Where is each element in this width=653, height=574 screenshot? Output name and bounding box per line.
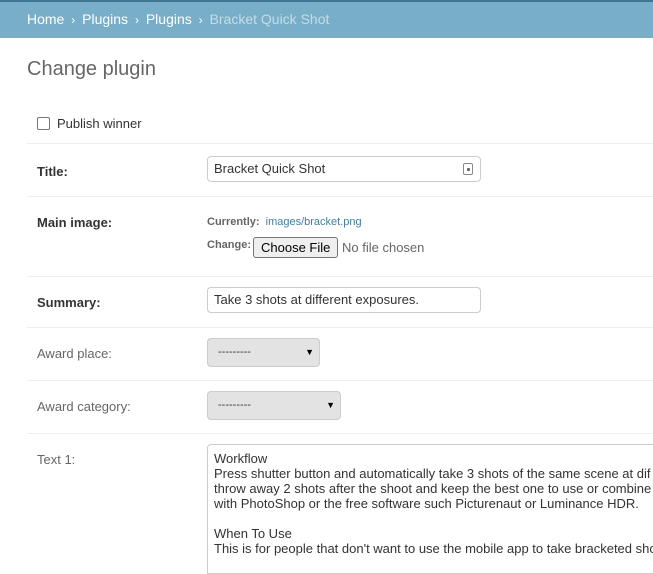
award-place-select[interactable]: --------- ▼ (207, 338, 320, 367)
summary-input[interactable]: Take 3 shots at different exposures. (207, 287, 481, 313)
award-place-value: --------- (218, 346, 251, 358)
breadcrumb-home-link[interactable]: Home (27, 11, 64, 27)
breadcrumb-separator: › (71, 13, 76, 27)
summary-input-value: Take 3 shots at different exposures. (214, 292, 419, 307)
title-input-value: Bracket Quick Shot (214, 161, 326, 176)
text1-label: Text 1: (37, 452, 76, 467)
breadcrumb-separator: › (198, 13, 203, 27)
award-category-value: --------- (218, 399, 251, 411)
breadcrumb-plugins-app-link[interactable]: Plugins (82, 11, 128, 27)
main-image-row: Main image: Currently: images/bracket.pn… (27, 196, 653, 276)
award-category-select[interactable]: --------- ▼ (207, 391, 341, 420)
award-category-label: Award category: (37, 399, 131, 414)
summary-label: Summary: (37, 295, 101, 310)
autofill-key-icon[interactable] (463, 163, 473, 175)
publish-winner-row: Publish winner (37, 114, 142, 132)
chevron-down-icon: ▼ (326, 400, 335, 410)
breadcrumb-current: Bracket Quick Shot (209, 11, 330, 27)
currently-label: Currently: (207, 216, 260, 228)
breadcrumb: Home › Plugins › Plugins › Bracket Quick… (0, 0, 653, 38)
summary-row: Summary: Take 3 shots at different expos… (27, 276, 653, 327)
current-image-link[interactable]: images/bracket.png (266, 216, 362, 228)
title-label: Title: (37, 164, 68, 179)
breadcrumb-separator: › (134, 13, 139, 27)
publish-winner-label[interactable]: Publish winner (57, 116, 142, 131)
chevron-down-icon: ▼ (305, 347, 314, 357)
file-status: No file chosen (342, 240, 425, 255)
publish-winner-checkbox[interactable] (37, 116, 50, 130)
title-input[interactable]: Bracket Quick Shot (207, 156, 481, 182)
breadcrumb-plugins-model-link[interactable]: Plugins (146, 11, 192, 27)
title-row: Title: Bracket Quick Shot (27, 143, 653, 196)
award-place-label: Award place: (37, 346, 112, 361)
choose-file-button[interactable]: Choose File (253, 237, 339, 258)
page-title: Change plugin (27, 58, 156, 80)
change-label: Change: (207, 239, 251, 251)
currently-line: Currently: images/bracket.png (207, 216, 362, 228)
award-place-row: Award place: --------- ▼ (27, 327, 653, 380)
text1-textarea[interactable]: Workflow Press shutter button and automa… (207, 444, 653, 574)
main-image-label: Main image: (37, 215, 113, 230)
text1-row: Text 1: Workflow Press shutter button an… (27, 433, 653, 574)
award-category-row: Award category: --------- ▼ (27, 380, 653, 433)
